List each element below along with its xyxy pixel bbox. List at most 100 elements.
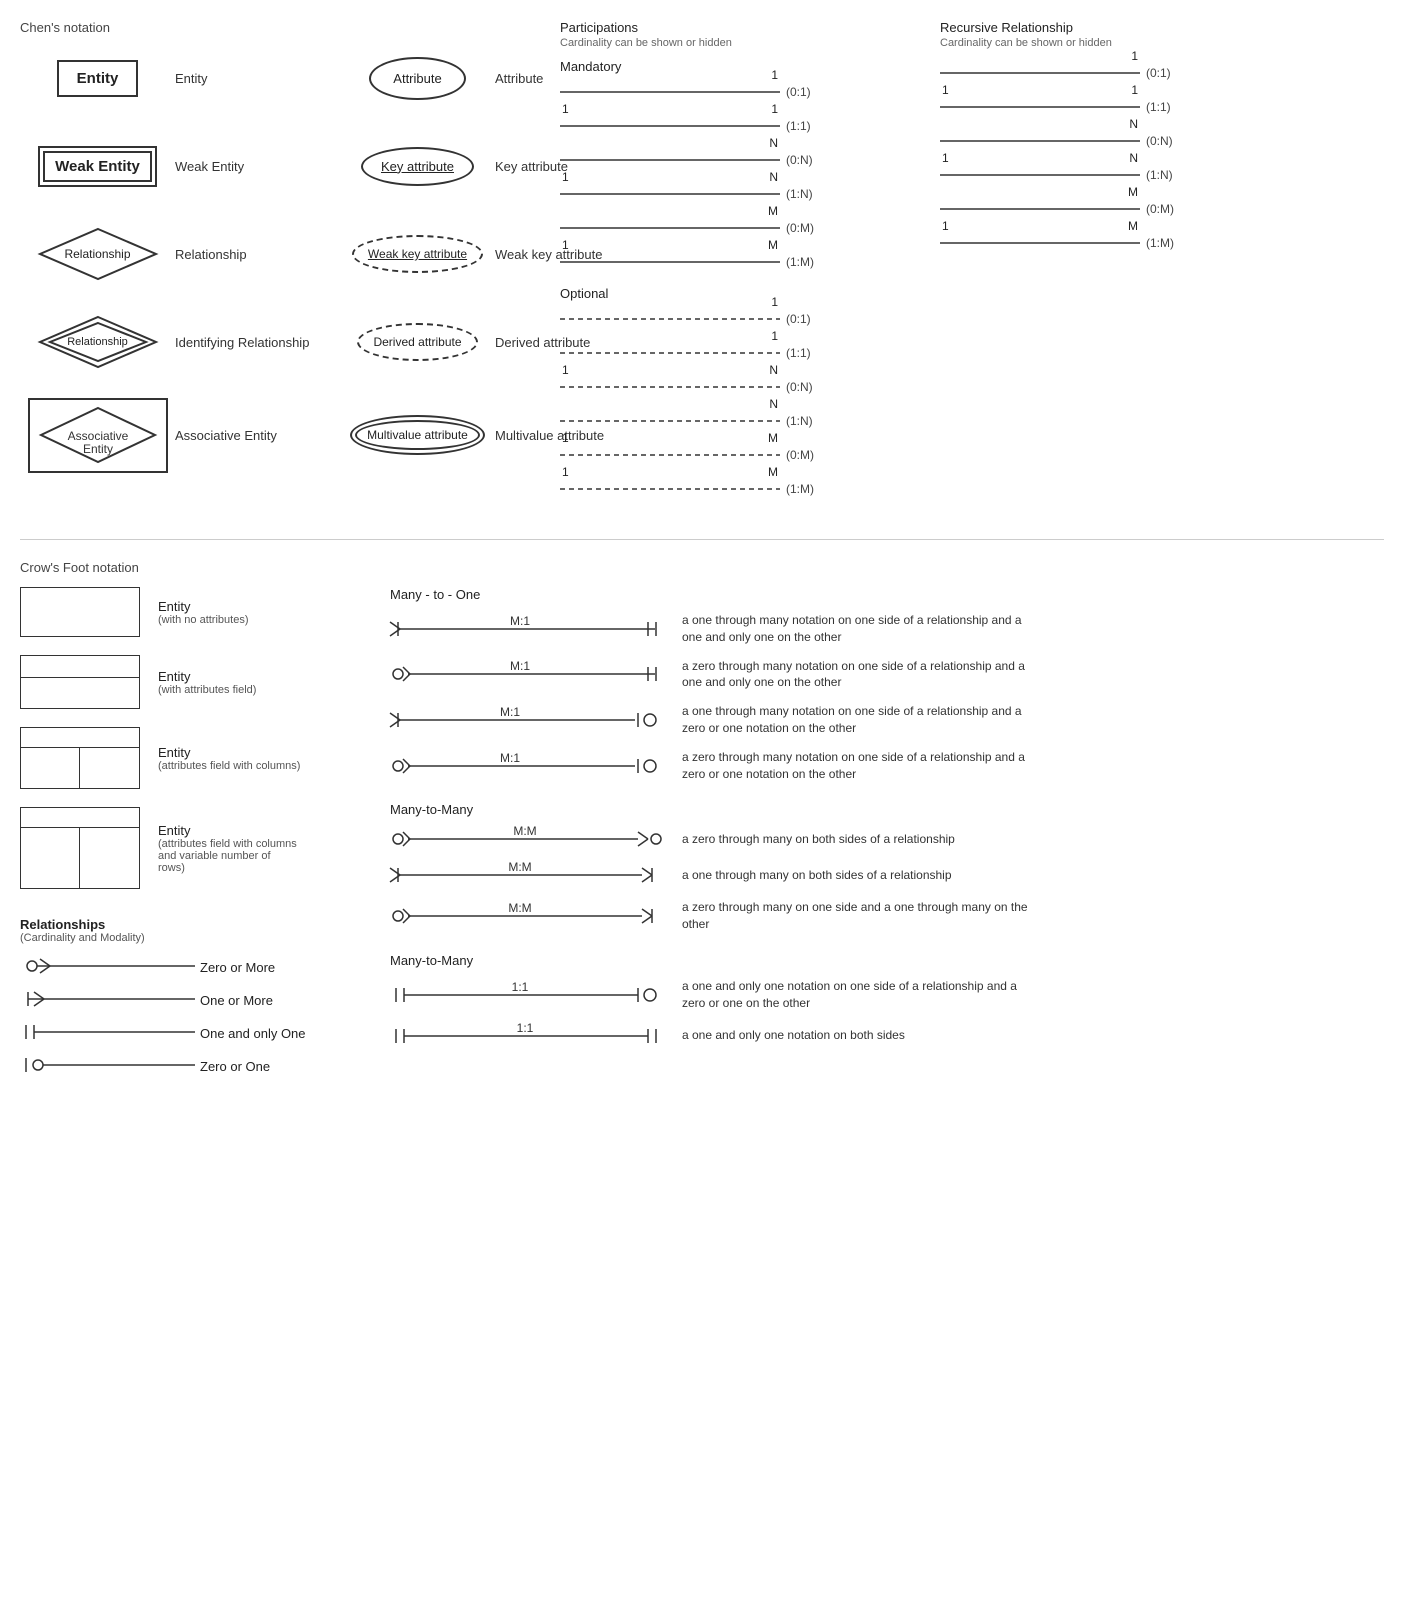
entity-label: entity	[77, 70, 119, 87]
rec-right-1n: N	[1129, 151, 1138, 165]
cf-varrow-right3	[80, 868, 139, 888]
cf-m1-desc3: a one through many notation on one side …	[670, 703, 1030, 737]
notation-m01: (0:1)	[786, 85, 811, 99]
relationships-section: Relationships (Cardinality and Modality)	[20, 917, 360, 1078]
right-num-o0n: N	[769, 363, 778, 377]
relationships-sublabel: (Cardinality and Modality)	[20, 932, 360, 944]
part-line-o11: 1	[560, 343, 780, 363]
relationship-text-label: Relationship	[175, 247, 330, 262]
part-line-m11: 1 1	[560, 116, 780, 136]
rel-zero-more-row: Zero or More	[20, 956, 360, 979]
svg-text:M:M: M:M	[513, 824, 536, 838]
cf-rel-mm-svg1: M:M	[390, 827, 670, 851]
notation-o11: (1:1)	[786, 346, 811, 360]
cf-entity-plain-shape	[20, 587, 150, 637]
cf-varrow-left1	[21, 828, 80, 848]
cf-mm-desc2: a one through many on both sides of a re…	[670, 867, 952, 884]
svg-text:M:1: M:1	[500, 751, 520, 765]
entity-shape: entity	[20, 60, 175, 97]
rec-left-1m: 1	[942, 219, 949, 233]
rel-zero-more-svg	[20, 956, 195, 976]
notation-m0n: (0:N)	[786, 153, 813, 167]
attribute-shape: Attribute	[340, 57, 495, 100]
rec-row-01: 1 (0:1)	[940, 59, 1220, 87]
optional-label: Optional	[560, 286, 920, 301]
part-line-m1m: 1 M	[560, 252, 780, 272]
cf-entity-varrow-name: Entity	[158, 823, 298, 838]
rel-one-only-svg	[20, 1022, 195, 1042]
crows-title: Crow's Foot notation	[20, 560, 1384, 575]
multivalue-shape: Multivalue attribute	[340, 415, 495, 455]
mandatory-label: Mandatory	[560, 59, 920, 74]
cf-entity-varrow-box	[20, 807, 140, 889]
cf-entity-varrow-shape	[20, 807, 150, 889]
rec-left-1n: 1	[942, 151, 949, 165]
key-attr-text: Key attribute	[381, 159, 454, 174]
weak-entity-shape: Weak Entity	[20, 146, 175, 187]
rec-notation-1m: (1:M)	[1146, 236, 1174, 250]
svg-text:M:1: M:1	[510, 659, 530, 673]
part-row-o01: 1 (0:1)	[560, 305, 920, 333]
cf-entity-col-sublabel: (attributes field with columns)	[158, 760, 300, 772]
notation-o0m: (0:M)	[786, 448, 814, 462]
rec-svg-1n	[940, 165, 1140, 185]
left-num-o1m: 1	[562, 465, 569, 479]
right-num-o0m: M	[768, 431, 778, 445]
part-row-o0n: 1 N (0:N)	[560, 373, 920, 401]
cf-entity-plain-label: Entity (with no attributes)	[150, 599, 248, 626]
participations-subtitle: Cardinality can be shown or hidden	[560, 37, 920, 49]
cf-entity-attr-box	[20, 655, 140, 709]
cf-entity-attr-row: Entity (with attributes field)	[20, 655, 360, 709]
part-line-o0n: 1 N	[560, 377, 780, 397]
part-row-o11: 1 (1:1)	[560, 339, 920, 367]
line-svg-o0m	[560, 445, 780, 465]
svg-text:M:1: M:1	[500, 705, 520, 719]
cf-mm-desc3: a zero through many on one side and a on…	[670, 899, 1030, 933]
rec-notation-0m: (0:M)	[1146, 202, 1174, 216]
rec-notation-0n: (0:N)	[1146, 134, 1173, 148]
line-svg-o01	[560, 309, 780, 329]
line-svg-o1m	[560, 479, 780, 499]
multivalue-outer: Multivalue attribute	[350, 415, 485, 455]
relationship-diamond-shape: Relationship	[20, 227, 175, 282]
many-to-one-title: Many - to - One	[390, 587, 1384, 602]
part-row-m11: 1 1 (1:1)	[560, 112, 920, 140]
rel-zero-one-row: Zero or One	[20, 1055, 360, 1078]
cf-rel-11-row1: 1:1 a one and only one notation on one s…	[390, 978, 1384, 1012]
cf-entity-attr-sublabel: (with attributes field)	[158, 684, 256, 696]
derived-ellipse: Derived attribute	[357, 323, 477, 361]
part-line-o1n: N	[560, 411, 780, 431]
rec-row-11: 1 1 (1:1)	[940, 93, 1220, 121]
cf-varrow-row2	[21, 848, 139, 868]
notation-m1n: (1:N)	[786, 187, 813, 201]
rec-line-11: 1 1	[940, 97, 1140, 117]
rel-zero-more-label: Zero or More	[200, 960, 275, 975]
right-num-o1n: N	[769, 397, 778, 411]
cf-entity-varrow-row: Entity (attributes field with columns an…	[20, 807, 360, 889]
cf-11-desc2: a one and only one notation on both side…	[670, 1027, 905, 1044]
cf-rel-mm-row1: M:M a zero through many on both sides of…	[390, 827, 1384, 851]
part-line-m01: 1	[560, 82, 780, 102]
part-line-m1n: 1 N	[560, 184, 780, 204]
many-to-many-title: Many-to-Many	[390, 802, 1384, 817]
left-num-m1n: 1	[562, 170, 569, 184]
right-num-m01: 1	[771, 68, 778, 82]
svg-text:Associative: Associative	[67, 429, 128, 443]
rel-one-only-label: One and only One	[200, 1026, 306, 1041]
rec-right-11: 1	[1131, 83, 1138, 97]
rel-one-only-row: One and only One	[20, 1022, 360, 1045]
line-svg-m1n	[560, 184, 780, 204]
cf-entity-plain-box	[20, 587, 140, 637]
rec-row-0n: N (0:N)	[940, 127, 1220, 155]
cf-entity-col-shape	[20, 727, 150, 789]
part-line-o01: 1	[560, 309, 780, 329]
cf-rel-m1-svg1: M:1	[390, 617, 670, 641]
line-svg-m1m	[560, 252, 780, 272]
associative-wrap: Associative Entity	[28, 398, 168, 473]
rel-zero-one-svg	[20, 1055, 195, 1075]
svg-text:M:M: M:M	[508, 901, 531, 915]
cf-entity-attr-name: Entity	[158, 669, 256, 684]
weak-entity-inner: Weak Entity	[43, 151, 152, 182]
entity-text-label: Entity	[175, 71, 330, 86]
cf-varrow-right1	[80, 828, 139, 848]
